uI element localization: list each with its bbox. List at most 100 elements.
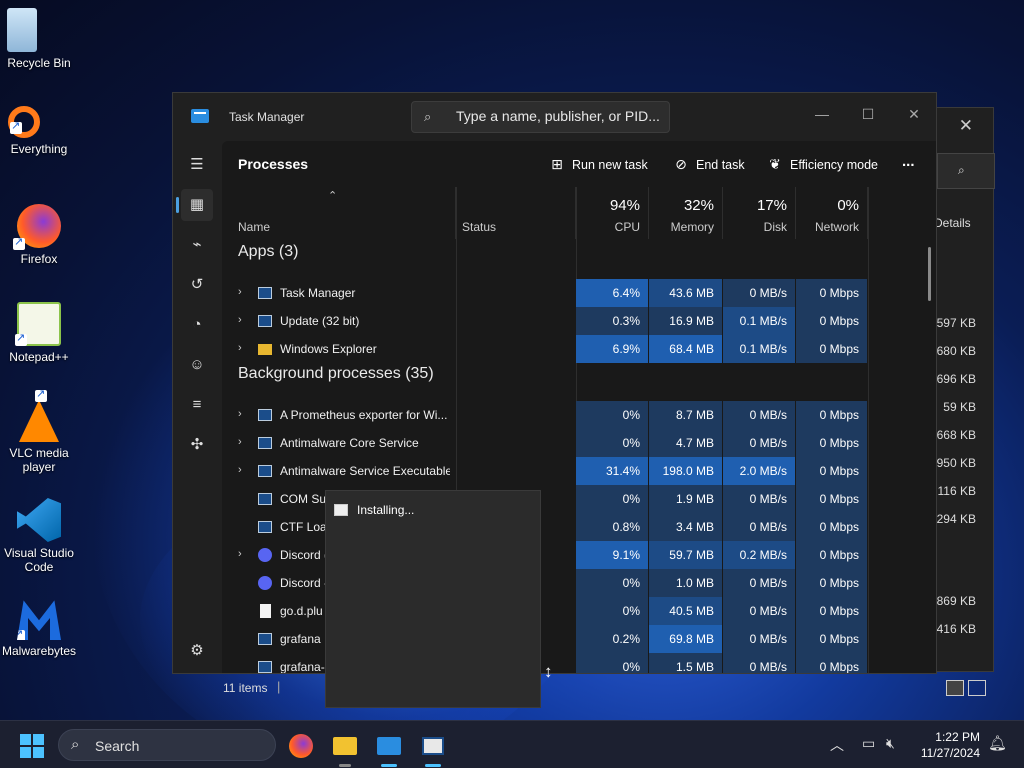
process-search-input[interactable] [456,108,666,124]
notification-bell-icon[interactable]: 🔔︎ [988,734,1007,752]
desktop-icon-recycle-bin[interactable]: Recycle Bin [0,8,78,70]
process-row[interactable]: go.d.plu 0% 40.5 MB 0 MB/s 0 Mbps [222,597,868,625]
process-network-value: 0 Mbps [796,401,868,429]
clock[interactable]: 1:22 PM 11/27/2024 [912,729,980,761]
process-row[interactable]: › Discord (9.1% 59.7 MB 0.2 MB/s 0 Mbps [222,541,868,569]
discord-icon [258,548,272,562]
process-network-value: 0 Mbps [796,429,868,457]
desktop-icon-label: Visual Studio Code [4,546,74,574]
shortcut-arrow-icon [17,627,25,640]
processes-nav-icon[interactable]: ▦ [176,189,213,221]
expand-chevron-icon[interactable]: › [238,548,242,560]
title-bar[interactable]: Task Manager ⌕ — ☐ ✕ [173,93,936,141]
details-nav-icon[interactable]: ≡ [181,389,213,421]
more-options-button[interactable]: ... [902,153,915,170]
desktop-icon-notepad-plus-plus[interactable]: Notepad++ [0,302,78,364]
process-row[interactable]: › Antimalware Service Executable 31.4% 198.… [222,457,868,485]
desktop-icon-malwarebytes[interactable]: Malwarebytes [0,596,78,658]
installing-dialog[interactable]: Installing... [325,490,541,708]
process-cpu-value: 9.1% [576,541,649,569]
memory-column-header[interactable]: 32% Memory [649,187,723,239]
background-group-header: Background processes (35) [238,365,434,382]
process-row[interactable]: › Antimalware Core Service 0% 4.7 MB 0 MB/s 0… [222,429,868,457]
network-icon[interactable]: ▭ [862,735,875,752]
process-memory-value: 1.0 MB [649,569,723,597]
details-view-icon[interactable] [946,680,964,696]
details-column-header[interactable]: Details [934,216,971,230]
process-network-value: 0 Mbps [796,653,868,673]
users-nav-icon[interactable]: ☺ [181,349,213,381]
expand-chevron-icon[interactable]: › [238,464,242,476]
hamburger-menu-icon[interactable]: ☰ [181,149,213,181]
status-column-header[interactable]: Status [456,187,576,239]
run-task-icon: ⊞ [551,156,563,172]
expand-chevron-icon[interactable]: › [238,286,242,298]
performance-nav-icon[interactable]: ⌁ [181,229,213,261]
process-row[interactable]: COM Su 0% 1.9 MB 0 MB/s 0 Mbps [222,485,868,513]
services-nav-icon[interactable]: ✣ [181,429,213,461]
process-cpu-value: 0.2% [576,625,649,653]
leaf-icon: ❦ [769,156,781,172]
taskbar-update-app[interactable] [416,729,450,767]
folder-icon [258,344,272,355]
process-cpu-value: 6.4% [576,279,649,307]
compact-view-icon[interactable] [968,680,986,696]
window-icon [258,437,272,449]
taskbar-search[interactable]: ⌕ Search [58,729,276,761]
network-column-header[interactable]: 0% Network [796,187,868,239]
process-network-value: 0 Mbps [796,279,868,307]
installing-text: Installing... [357,503,415,517]
process-row[interactable]: › Task Manager 6.4% 43.6 MB 0 MB/s 0 Mbps [222,279,868,307]
end-task-button[interactable]: ⊘ End task [672,156,745,173]
process-row[interactable]: grafana 0.2% 69.8 MB 0 MB/s 0 Mbps [222,625,868,653]
expand-chevron-icon[interactable]: › [238,314,242,326]
run-new-task-button[interactable]: ⊞ Run new task [548,156,648,173]
desktop-icon-everything-search[interactable]: Everything [0,106,78,156]
speaker-muted-icon[interactable]: 🔇︎ [886,735,895,752]
status-separator: | [277,679,281,694]
taskbar-task-manager[interactable] [372,729,406,767]
show-hidden-icons-chevron-icon[interactable]: ︿ [830,735,844,755]
expand-chevron-icon[interactable]: › [238,342,242,354]
background-memory-value: 59 KB [943,400,976,414]
task-manager-window[interactable]: Task Manager ⌕ — ☐ ✕ ☰ ▦ ⌁ ↺ ◔ ☺ ≡ ✣ ⚙ P… [172,92,937,674]
cpu-column-header[interactable]: 94% CPU [576,187,649,239]
expand-chevron-icon[interactable]: › [238,436,242,448]
task-manager-icon [377,737,401,755]
minimize-button[interactable]: — [799,99,845,129]
process-row[interactable]: › A Prometheus exporter for Wi... 0% 8.7 MB… [222,401,868,429]
desktop-icon-firefox[interactable]: Firefox [0,204,78,266]
efficiency-mode-button[interactable]: ❦ Efficiency mode [766,156,878,173]
end-task-icon: ⊘ [675,156,687,172]
taskbar-file-explorer[interactable] [328,729,362,767]
page-title: Processes [238,156,309,172]
name-column-header[interactable]: ⌃ Name [222,187,456,239]
taskbar-firefox[interactable] [284,729,318,763]
process-row[interactable]: › Update (32 bit) 0.3% 16.9 MB 0.1 MB/s 0 Mbp… [222,307,868,335]
desktop-icon-vscode[interactable]: Visual Studio Code [0,498,78,574]
search-icon: ⌕ [71,736,80,753]
start-button[interactable] [20,734,44,758]
process-row[interactable]: › Windows Explorer 6.9% 68.4 MB 0.1 MB/s 0 Mb… [222,335,868,363]
process-memory-value: 16.9 MB [649,307,723,335]
app-history-nav-icon[interactable]: ↺ [181,269,213,301]
process-network-value: 0 Mbps [796,485,868,513]
disk-column-header[interactable]: 17% Disk [723,187,796,239]
close-icon[interactable]: ✕ [959,116,973,136]
startup-apps-nav-icon[interactable]: ◔ [181,309,213,341]
process-row[interactable]: Discord -0% 1.0 MB 0 MB/s 0 Mbps [222,569,868,597]
window-icon [258,315,272,327]
process-search-box[interactable]: ⌕ [411,101,670,133]
close-button[interactable]: ✕ [891,99,936,129]
process-row[interactable]: CTF Loa 0.8% 3.4 MB 0 MB/s 0 Mbps [222,513,868,541]
settings-gear-icon[interactable]: ⚙ [181,635,213,667]
expand-chevron-icon[interactable]: › [238,408,242,420]
process-memory-value: 8.7 MB [649,401,723,429]
taskbar: ⌕ Search ︿ ▭ 🔇︎ 1:22 PM 11/27/2024 🔔︎ [0,720,1024,768]
background-search-box[interactable]: ⌕ [937,153,995,189]
maximize-button[interactable]: ☐ [845,99,891,129]
process-network-value: 0 Mbps [796,513,868,541]
vertical-scrollbar[interactable] [928,247,931,301]
process-cpu-value: 0% [576,401,649,429]
desktop-icon-vlc[interactable]: VLC media player [0,387,78,474]
